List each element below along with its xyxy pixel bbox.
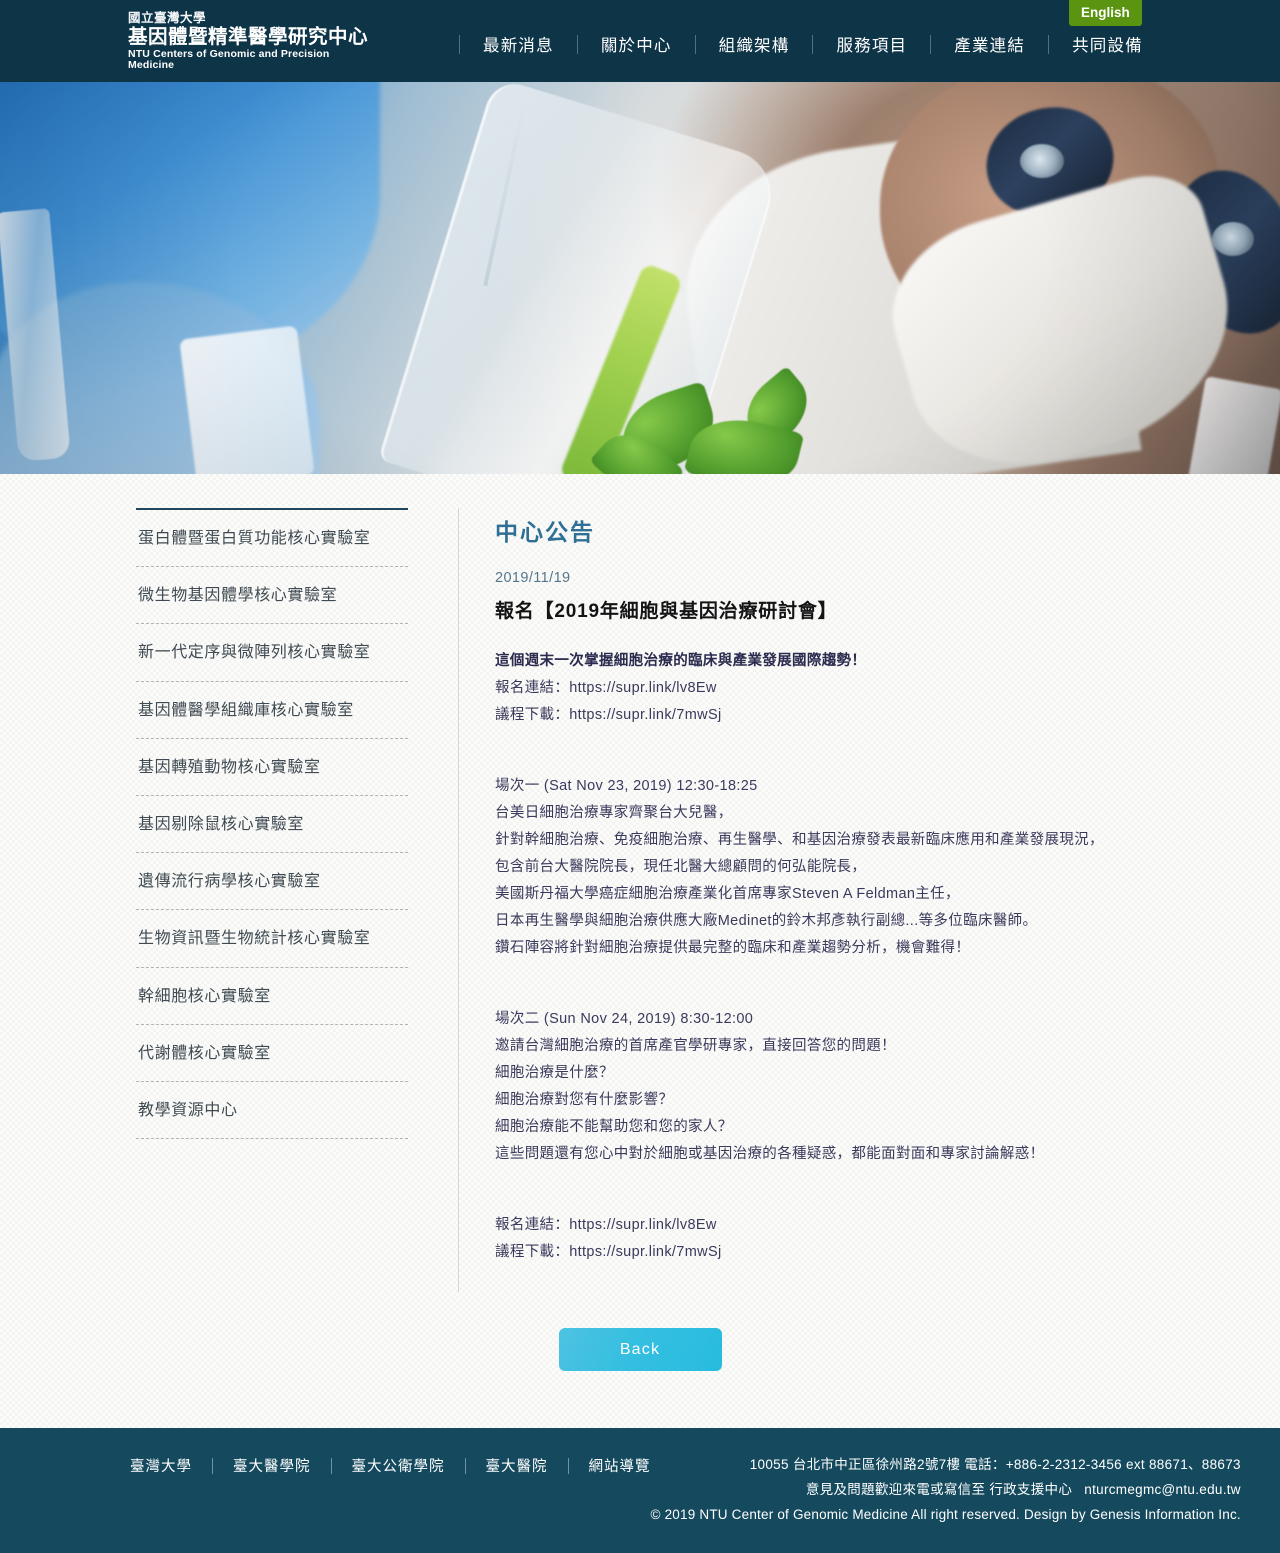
logo-english-name: NTU Centers of Genomic and Precision Med… [128,48,330,71]
nav-divider [812,34,814,54]
nav-divider [576,34,578,54]
footer-divider [212,1457,213,1474]
session-one-line-2: 針對幹細胞治療、免疫細胞治療、再生醫學、和基因治療發表最新臨床應用和產業發展現況… [495,832,1104,848]
sidebar-item-proteomics[interactable]: 蛋白體暨蛋白質功能核心實驗室 [136,510,408,568]
announcement-date: 2019/11/19 [495,570,571,586]
intro-paragraph: 這個週末一次掌握細胞治療的臨床與產業發展國際趨勢！ 報名連結：https://s… [495,648,1160,729]
intro-registration-link[interactable]: 報名連結：https://supr.link/lv8Ew [495,675,1160,702]
nav-item-news[interactable]: 最新消息 [483,32,554,56]
session-one-line-4: 美國斯丹福大學癌症細胞治療產業化首席專家Steven A Feldman主任， [495,886,960,902]
page-title: 中心公告 [495,519,595,545]
sidebar-lab-list: 蛋白體暨蛋白質功能核心實驗室 微生物基因體學核心實驗室 新一代定序與微陣列核心實… [136,508,408,1292]
sidebar-item-ngs-microarray[interactable]: 新一代定序與微陣列核心實驗室 [136,624,408,682]
logo-university-name: 國立臺灣大學 [128,11,207,25]
sidebar-item-bioinformatics[interactable]: 生物資訊暨生物統計核心實驗室 [136,910,408,968]
nav-item-about[interactable]: 關於中心 [601,32,672,56]
footer-divider [567,1457,569,1474]
content-area: 蛋白體暨蛋白質功能核心實驗室 微生物基因體學核心實驗室 新一代定序與微陣列核心實… [0,474,1280,1428]
session-one-line-5: 日本再生醫學與細胞治療供應大廠Medinet的鈴木邦彥執行副總...等多位臨床醫… [495,913,1038,929]
site-header: 國立臺灣大學 基因體暨精準醫學研究中心 NTU Centers of Genom… [0,0,1280,82]
footer-contact-prefix: 意見及問題歡迎來電或寫信至 行政支援中心 [805,1482,1073,1497]
footer-copyright: © 2019 NTU Center of Genomic Medicine Al… [650,1507,1241,1522]
session-one-line-1: 台美日細胞治療專家齊聚台大兒醫， [495,805,733,821]
content-divider [458,508,459,1292]
session-one-heading: 場次一 (Sat Nov 23, 2019) 12:30-18:25 [495,778,758,794]
sidebar-item-tissue-bank[interactable]: 基因體醫學組織庫核心實驗室 [136,682,408,739]
session-two-line-5: 這些問題還有您心中對於細胞或基因治療的各種疑惑，都能面對面和專家討論解惑！ [495,1146,1045,1162]
site-footer: 臺灣大學 臺大醫學院 臺大公衛學院 臺大醫院 網站導覽 10055 台北市中正區… [0,1428,1280,1553]
nav-divider [694,34,696,54]
announcement-title: 報名【2019年細胞與基因治療研討會】 [495,601,838,622]
intro-agenda-link[interactable]: 議程下載：https://supr.link/7mwSj [495,702,1160,729]
session-two-heading: 場次二 (Sun Nov 24, 2019) 8:30-12:00 [495,1011,754,1027]
footer-divider [330,1457,332,1474]
nav-divider [459,34,460,54]
sidebar-item-metabolomics[interactable]: 代謝體核心實驗室 [136,1025,408,1082]
session-two-block: 場次二 (Sun Nov 24, 2019) 8:30-12:00 邀請台灣細胞… [495,1006,1160,1168]
sidebar-item-transgenic-animal[interactable]: 基因轉殖動物核心實驗室 [136,739,408,796]
logo-center-name: 基因體暨精準醫學研究中心 [128,25,369,48]
nav-item-equipment[interactable]: 共同設備 [1072,32,1143,56]
sidebar-item-teaching-resource[interactable]: 教學資源中心 [136,1082,408,1140]
main-navigation: 最新消息 關於中心 組織架構 服務項目 產業連結 共同設備 [436,0,1143,82]
session-one-line-3: 包含前台大醫院院長，現任北醫大總顧問的何弘能院長， [495,859,867,875]
closing-registration-link[interactable]: 報名連結：https://supr.link/lv8Ew [495,1212,1160,1239]
footer-link-medical-college[interactable]: 臺大醫學院 [233,1455,311,1476]
footer-email-link[interactable]: nturcmegmc@ntu.edu.tw [1084,1482,1241,1497]
sidebar-item-microbial-genomics[interactable]: 微生物基因體學核心實驗室 [136,567,408,625]
site-logo[interactable]: 國立臺灣大學 基因體暨精準醫學研究中心 NTU Centers of Genom… [128,12,374,70]
sidebar-item-stem-cell[interactable]: 幹細胞核心實驗室 [136,968,408,1025]
session-two-line-2: 細胞治療是什麼？ [495,1065,614,1081]
nav-item-industry[interactable]: 產業連結 [954,32,1025,56]
session-one-block: 場次一 (Sat Nov 23, 2019) 12:30-18:25 台美日細胞… [495,773,1160,962]
session-one-line-6: 鑽石陣容將針對細胞治療提供最完整的臨床和產業趨勢分析，機會難得！ [495,940,971,956]
back-button-row: Back [0,1328,1280,1371]
nav-divider [1048,34,1050,54]
announcement-article: 中心公告 2019/11/19 報名【2019年細胞與基因治療研討會】 這個週末… [495,508,1280,1292]
footer-divider [464,1457,466,1474]
footer-link-sitemap[interactable]: 網站導覽 [589,1455,651,1476]
closing-links-block: 報名連結：https://supr.link/lv8Ew 議程下載：https:… [495,1212,1160,1266]
sidebar-item-genetic-epidemiology[interactable]: 遺傳流行病學核心實驗室 [136,853,408,911]
footer-link-ntu-hospital[interactable]: 臺大醫院 [486,1455,548,1476]
session-two-line-1: 邀請台灣細胞治療的首席產官學研專家，直接回答您的問題！ [495,1038,896,1054]
session-two-line-4: 細胞治療能不能幫助您和您的家人？ [495,1119,733,1135]
sidebar-item-knockout-mouse[interactable]: 基因剔除鼠核心實驗室 [136,796,408,854]
footer-link-ntu[interactable]: 臺灣大學 [130,1455,192,1476]
nav-item-organization[interactable]: 組織架構 [719,32,790,56]
footer-contact-line: 意見及問題歡迎來電或寫信至 行政支援中心 nturcmegmc@ntu.edu.… [651,1477,1241,1502]
nav-divider [930,34,932,54]
footer-address: 10055 台北市中正區徐州路2號7樓 電話：+886-2-2312-3456 … [749,1457,1241,1472]
back-button[interactable]: Back [558,1328,722,1371]
footer-contact-info: 10055 台北市中正區徐州路2號7樓 電話：+886-2-2312-3456 … [651,1452,1241,1527]
intro-line-1: 這個週末一次掌握細胞治療的臨床與產業發展國際趨勢！ [495,653,867,669]
nav-item-services[interactable]: 服務項目 [836,32,907,56]
session-two-line-3: 細胞治療對您有什麼影響？ [495,1092,674,1108]
footer-link-public-health-college[interactable]: 臺大公衛學院 [352,1455,445,1476]
footer-link-list: 臺灣大學 臺大醫學院 臺大公衛學院 臺大醫院 網站導覽 [130,1452,651,1476]
language-switch-button[interactable]: English [1069,0,1142,26]
closing-agenda-link[interactable]: 議程下載：https://supr.link/7mwSj [495,1239,1160,1266]
laboratory-photo [0,82,1280,474]
hero-banner [0,82,1280,474]
